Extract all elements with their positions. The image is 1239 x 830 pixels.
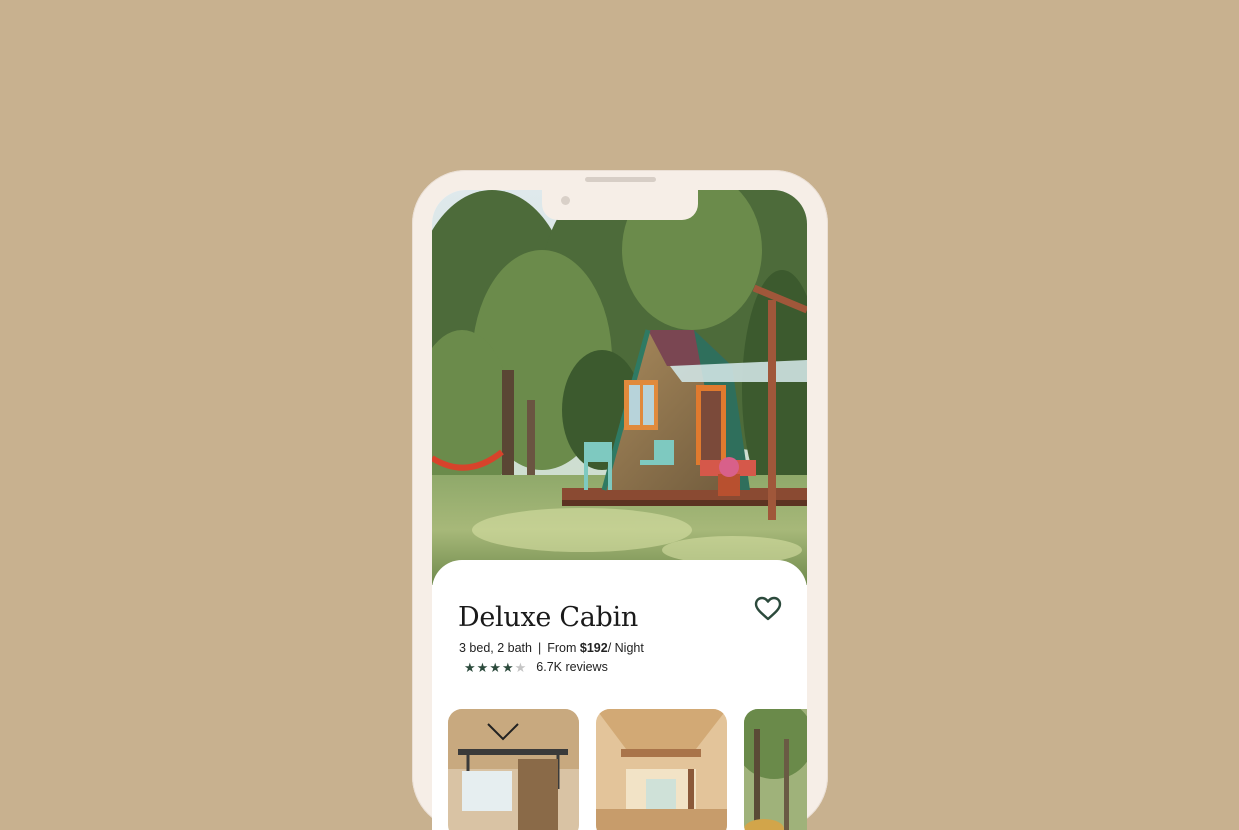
star-rating: ★ ★ ★ ★ ★ bbox=[464, 661, 526, 674]
gallery-thumb-loft[interactable] bbox=[448, 709, 579, 830]
star-icon: ★ bbox=[501, 659, 514, 675]
phone-notch bbox=[542, 190, 698, 220]
phone-speaker bbox=[585, 177, 656, 182]
listing-card: Deluxe Cabin 3 bed, 2 bath | From $192/ Ni… bbox=[432, 560, 807, 830]
star-icon: ★ bbox=[489, 659, 501, 675]
cabin-hero-photo bbox=[432, 190, 807, 585]
price-value: $192 bbox=[579, 641, 608, 655]
price-prefix: From bbox=[547, 641, 577, 655]
front-camera bbox=[561, 196, 570, 205]
gallery-thumb-forest[interactable] bbox=[744, 709, 807, 830]
review-count[interactable]: 6.7K reviews bbox=[536, 660, 608, 674]
heart-outline-icon[interactable] bbox=[754, 596, 782, 622]
listing-title: Deluxe Cabin bbox=[458, 602, 638, 633]
star-icon: ★ bbox=[514, 659, 527, 675]
meta-separator: | bbox=[537, 641, 542, 655]
rating-row: ★ ★ ★ ★ ★ 6.7K reviews bbox=[464, 660, 608, 674]
star-icon: ★ bbox=[464, 659, 476, 675]
beds-baths: 3 bed, 2 bath bbox=[459, 641, 532, 655]
gallery-thumb-wood[interactable] bbox=[596, 709, 727, 830]
app-screen: Deluxe Cabin 3 bed, 2 bath | From $192/ Ni… bbox=[432, 190, 807, 830]
price-unit: / Night bbox=[607, 641, 644, 655]
listing-meta: 3 bed, 2 bath | From $192/ Night bbox=[459, 641, 644, 655]
star-icon: ★ bbox=[476, 659, 489, 675]
phone-frame: Deluxe Cabin 3 bed, 2 bath | From $192/ Ni… bbox=[412, 170, 828, 830]
